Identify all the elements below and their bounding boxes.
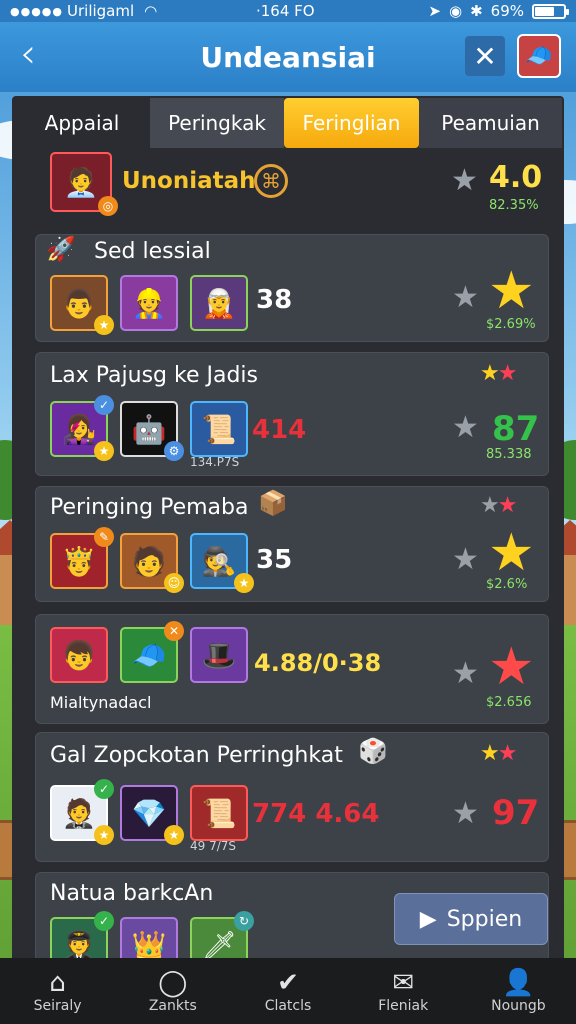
card-title: Sed lessial <box>94 239 211 264</box>
avatar[interactable]: 🧢 <box>517 34 561 78</box>
star-icon: ★ <box>451 163 478 198</box>
nav-item-mail[interactable]: ✉ Fleniak <box>346 958 461 1024</box>
bottom-nav: ⌂ Seiraly ◯ Zankts ✔ Clatcls ✉ Fleniak 👤 Noun… <box>0 958 576 1024</box>
profile-icon: 👤 <box>502 968 535 998</box>
card-value: 774 4.64 <box>252 799 380 829</box>
card-title: Peringing Pemaba <box>50 495 249 520</box>
star-icon: ★ <box>452 280 479 315</box>
app-header: ‹ Undeansiai ✕ 🧢 <box>0 22 576 92</box>
avatar[interactable]: 👩‍🎤 ★ ✓ <box>50 395 114 461</box>
card-score: 87 <box>492 409 540 449</box>
top-pct: 82.35% <box>489 198 539 213</box>
tab-bar: Appaial Peringkak Feringlian Peamuian <box>14 98 562 148</box>
status-time: ·164 FO <box>256 2 315 20</box>
avatar[interactable]: 📜 <box>190 785 248 841</box>
avatar[interactable]: 🧢 ✕ <box>120 621 184 683</box>
card-score: 97 <box>492 793 540 833</box>
tab-peamuian[interactable]: Peamuian <box>419 98 562 148</box>
star-icon: ★ <box>488 637 535 697</box>
card-sub: 134.P7S <box>190 455 240 469</box>
rating-stars: ★★ <box>480 741 517 766</box>
rocket-icon: 🚀 <box>46 235 76 263</box>
avatar[interactable]: 👨 ★ <box>50 275 114 335</box>
wifi-icon: ◠ <box>144 2 158 20</box>
avatar[interactable]: 🧝 <box>190 275 248 331</box>
list-item[interactable]: Lax Pajusg ke Jadis ★★ 👩‍🎤 ★ ✓ 🤖 ⚙ 📜 414 13… <box>35 352 549 476</box>
card-pct: $2.69% <box>486 317 536 332</box>
list-item[interactable]: 🚀 Sed lessial 👨 ★ 👷 🧝 38 ★ ★ $2.69% <box>35 234 549 342</box>
card-value: 4.88/0·38 <box>254 649 382 677</box>
nav-label: Clatcls <box>264 998 312 1014</box>
dice-icon: 🎲 <box>358 737 388 765</box>
star-icon: ★ <box>488 261 535 321</box>
card-pct: $2.6% <box>486 577 528 592</box>
nav-label: Seiraly <box>33 998 82 1014</box>
battery-icon <box>532 3 569 19</box>
list-item[interactable]: Gal Zopckotan Perringhkat 🎲 ★★ 🤵 ★ ✓ 💎 ★ 📜 … <box>35 732 549 862</box>
avatar[interactable]: 👷 <box>120 275 178 331</box>
spin-button[interactable]: ▶ Sppien <box>394 893 548 945</box>
close-icon[interactable]: ✕ <box>465 36 505 76</box>
card-title: Gal Zopckotan Perringhkat <box>50 743 343 768</box>
tab-appaial[interactable]: Appaial <box>14 98 150 148</box>
nav-item-home[interactable]: ⌂ Seiraly <box>0 958 115 1024</box>
star-icon: ★ <box>452 796 479 831</box>
chest-icon: 📦 <box>258 489 288 517</box>
signal-icon: ●●●●● <box>10 4 63 18</box>
avatar[interactable]: 🕵 ★ <box>190 533 254 593</box>
nav-label: Zankts <box>148 998 197 1014</box>
list-item[interactable]: Peringing Pemaba 📦 ★★ 🤴 ✎ 🧑 ☺ 🕵 ★ 35 ★ ★ $2… <box>35 486 549 602</box>
nav-label: Noungb <box>491 998 546 1014</box>
card-value: 35 <box>256 545 293 575</box>
nav-item-check[interactable]: ✔ Clatcls <box>230 958 345 1024</box>
top-score: 4.0 <box>489 160 543 195</box>
rating-stars: ★★ <box>480 493 517 518</box>
spin-button-label: Sppien <box>446 906 523 932</box>
card-pct: 85.338 <box>486 447 532 462</box>
star-icon: ★ <box>452 410 479 445</box>
rating-stars: ★★ <box>480 361 517 386</box>
avatar[interactable]: 🧑‍💼 ◎ <box>50 152 118 216</box>
status-bar: ●●●●● Uriligaml ◠ ·164 FO ➤ ◉ ✱ 69% <box>0 0 576 22</box>
card-value: 38 <box>256 285 293 315</box>
battery-percent: 69% <box>490 2 524 20</box>
card-sub: 49 7/7S <box>190 839 237 853</box>
card-title: Mialtynadacl <box>50 693 152 712</box>
tab-feringlian[interactable]: Feringlian <box>284 98 419 148</box>
home-icon: ⌂ <box>49 968 66 998</box>
avatar[interactable]: 🤴 ✎ <box>50 527 114 589</box>
avatar[interactable]: 📜 <box>190 401 248 457</box>
check-icon: ✔ <box>277 968 299 998</box>
avatar[interactable]: 🧑 ☺ <box>120 533 184 593</box>
avatar[interactable]: 💎 ★ <box>120 785 184 845</box>
card-title: Lax Pajusg ke Jadis <box>50 363 258 388</box>
avatar[interactable]: 🤖 ⚙ <box>120 401 184 461</box>
card-value: 414 <box>252 415 307 445</box>
bluetooth-icon: ✱ <box>470 2 483 20</box>
tab-peringkak[interactable]: Peringkak <box>150 98 284 148</box>
star-icon: ★ <box>452 656 479 691</box>
nav-item-profile[interactable]: 👤 Noungb <box>461 958 576 1024</box>
avatar[interactable]: 🤵 ★ ✓ <box>50 779 114 845</box>
alarm-icon: ◉ <box>448 2 463 20</box>
card-title: Natua barkcAn <box>50 881 214 906</box>
location-icon: ➤ <box>428 2 441 20</box>
avatar[interactable]: 🎩 <box>190 627 248 683</box>
list-item[interactable]: 👦 🧢 ✕ 🎩 4.88/0·38 Mialtynadacl ★ ★ $2.656 <box>35 614 549 724</box>
card-pct: $2.656 <box>486 695 532 710</box>
carrier-name: Uriligaml <box>67 2 135 20</box>
search-icon: ◯ <box>158 968 188 998</box>
player-name: Unoniatah <box>122 168 256 194</box>
star-icon: ★ <box>488 523 535 583</box>
nav-item-search[interactable]: ◯ Zankts <box>115 958 230 1024</box>
globe-icon: ⌘ <box>254 164 288 198</box>
mail-icon: ✉ <box>392 968 415 998</box>
star-icon: ★ <box>452 542 479 577</box>
play-icon: ▶ <box>419 906 437 932</box>
avatar[interactable]: 👦 <box>50 627 108 683</box>
nav-label: Fleniak <box>378 998 429 1014</box>
